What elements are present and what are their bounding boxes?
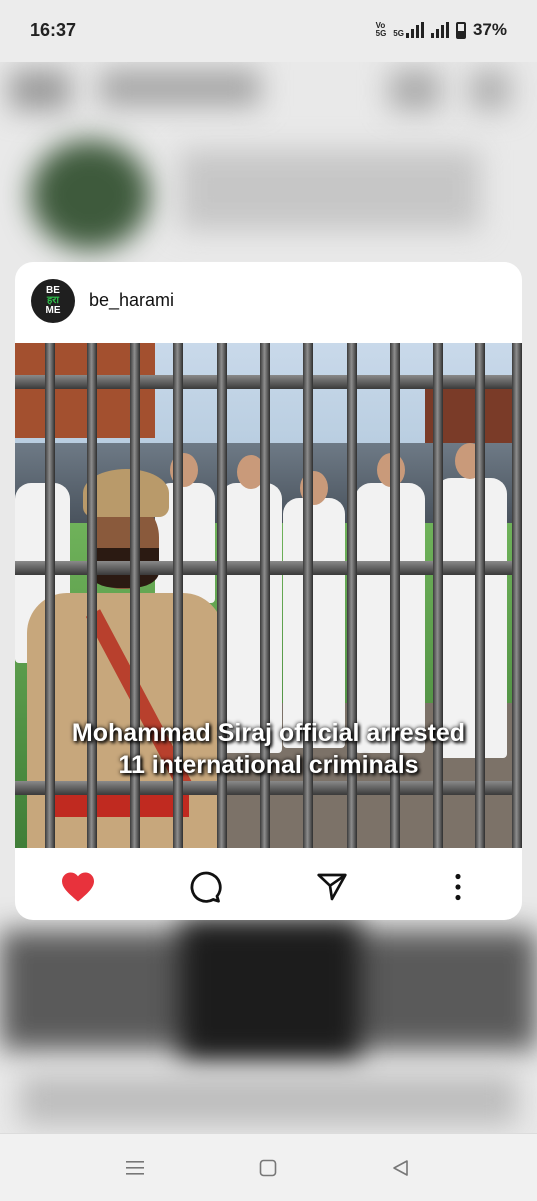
recents-button[interactable]: [122, 1156, 148, 1180]
post-actions: [15, 848, 522, 920]
signal-5g: 5G: [393, 22, 424, 38]
comment-icon: [190, 871, 222, 903]
menu-icon: [126, 1161, 144, 1175]
caption-line-2: 11 international criminals: [118, 751, 419, 779]
status-icons: Vo 5G 5G 37%: [376, 20, 507, 40]
share-button[interactable]: [313, 868, 351, 906]
comment-button[interactable]: [186, 868, 224, 906]
post-image[interactable]: Mohammad Siraj official arrested 11 inte…: [15, 343, 522, 848]
volte-indicator: Vo 5G: [376, 22, 387, 38]
net-type-label: 5G: [393, 29, 404, 38]
caption-line-1: Mohammad Siraj official arrested: [71, 719, 466, 747]
more-options-button[interactable]: [439, 868, 477, 906]
username[interactable]: be_harami: [89, 290, 174, 311]
like-button[interactable]: [59, 868, 97, 906]
signal-bars-icon: [405, 22, 424, 38]
more-vertical-icon: [455, 873, 461, 901]
officer-belt: [53, 793, 189, 817]
square-icon: [259, 1159, 277, 1177]
volte-sub-label: 5G: [375, 29, 387, 38]
status-time: 16:37: [30, 20, 77, 40]
system-nav-bar: [0, 1133, 537, 1201]
post-header: BE हरा ME be_harami: [15, 262, 522, 342]
battery-icon: [455, 21, 466, 39]
avatar[interactable]: BE हरा ME: [31, 279, 75, 323]
player: [283, 498, 345, 748]
avatar-text-bottom: ME: [45, 305, 61, 316]
triangle-back-icon: [393, 1160, 408, 1176]
player: [220, 483, 282, 753]
battery-percent: 37%: [472, 20, 507, 39]
heart-icon: [62, 872, 94, 902]
signal-bars-icon-2: [430, 22, 449, 38]
post-preview-card[interactable]: BE हरा ME be_harami Mohammad Siraj offic…: [15, 262, 522, 920]
status-bar: 16:37 Vo 5G 5G 37%: [0, 0, 537, 62]
player: [435, 478, 507, 758]
image-caption: Mohammad Siraj official arrested 11 inte…: [15, 717, 522, 781]
home-button[interactable]: [255, 1156, 281, 1180]
back-button[interactable]: [388, 1156, 414, 1180]
send-icon: [317, 873, 347, 901]
